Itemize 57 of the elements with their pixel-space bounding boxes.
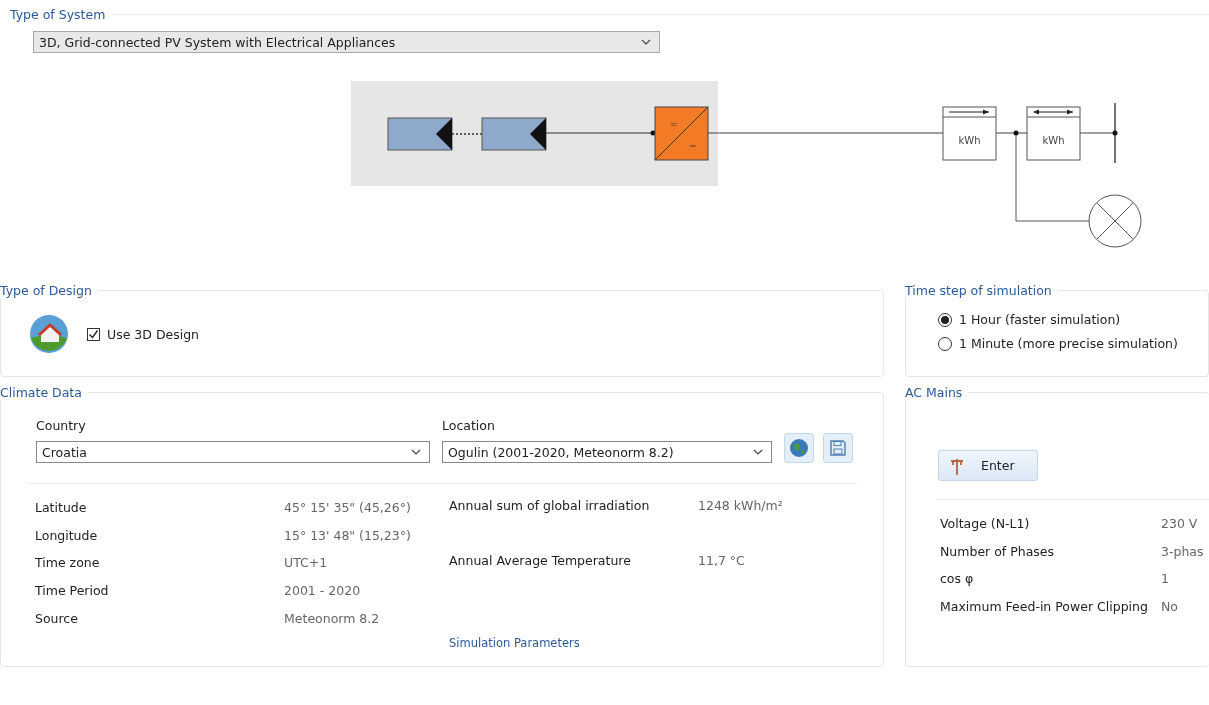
mains-value: 1 xyxy=(1161,570,1170,589)
stat-value: 11,7 °C xyxy=(698,552,746,570)
detail-value: 2001 - 2020 xyxy=(284,582,362,601)
detail-value: UTC+1 xyxy=(284,554,329,573)
meter-label: kWh xyxy=(1042,135,1065,146)
detail-value: 15° 13' 48" (15,23°) xyxy=(284,526,412,545)
mains-label: cos φ xyxy=(940,570,975,589)
system-type-dropdown[interactable]: 3D, Grid-connected PV System with Electrical Appliances xyxy=(33,31,660,53)
lamp-drawing xyxy=(1088,194,1142,248)
detail-label: Time Period xyxy=(35,582,110,601)
dc-symbol: = xyxy=(670,119,678,129)
group-title: Type of System xyxy=(10,7,106,22)
enter-button[interactable]: Enter xyxy=(938,450,1038,481)
detail-value: 45° 15' 35" (45,26°) xyxy=(284,499,412,518)
group-title: Type of Design xyxy=(0,283,93,298)
mains-value: 230 V xyxy=(1161,515,1199,534)
pv-module-drawing xyxy=(387,117,453,151)
stat-value: 1248 kWh/m² xyxy=(698,497,784,515)
grid-busbar xyxy=(1114,102,1116,164)
mains-value: No xyxy=(1161,598,1179,617)
field-label: Country xyxy=(36,418,87,433)
dashed-wire xyxy=(451,133,483,135)
caret-icon xyxy=(641,39,651,45)
group-title: Climate Data xyxy=(0,385,83,400)
group-title: Time step of simulation xyxy=(905,283,1053,298)
stat-label: Annual Average Temperature xyxy=(449,552,632,570)
meter-label: kWh xyxy=(958,135,981,146)
power-pole-icon xyxy=(949,456,965,475)
caret-icon xyxy=(411,449,421,455)
country-dropdown[interactable]: Croatia xyxy=(36,441,430,463)
stat-label: Annual sum of global irradiation xyxy=(449,497,651,515)
detail-value: Meteonorm 8.2 xyxy=(284,609,381,628)
simulation-parameters-link[interactable]: Simulation Parameters xyxy=(449,635,580,650)
house-globe-icon xyxy=(29,314,69,354)
mains-value: 3-phas xyxy=(1161,542,1205,561)
group-title: AC Mains xyxy=(905,385,964,400)
detail-label: Longitude xyxy=(35,526,99,545)
radio-label[interactable]: 1 Minute (more precise simulation) xyxy=(959,336,1178,351)
mains-label: Maximum Feed-in Power Clipping xyxy=(940,598,1149,617)
field-label: Location xyxy=(442,418,496,433)
caret-icon xyxy=(753,449,763,455)
use-3d-checkbox[interactable]: Use 3D Design xyxy=(87,326,200,342)
radio-label[interactable]: 1 Hour (faster simulation) xyxy=(959,312,1121,327)
detail-label: Time zone xyxy=(35,554,101,573)
detail-label: Source xyxy=(35,609,79,628)
junction-dot xyxy=(1112,130,1118,136)
location-dropdown[interactable]: Ogulin (2001-2020, Meteonorm 8.2) xyxy=(442,441,772,463)
mains-label: Number of Phases xyxy=(940,542,1056,561)
pv-module-drawing xyxy=(481,117,547,151)
globe-button[interactable] xyxy=(784,433,814,463)
junction-dot xyxy=(1013,130,1019,136)
check-icon xyxy=(88,328,99,340)
ac-symbol: ~ xyxy=(689,141,697,151)
mains-label: Voltage (N-L1) xyxy=(940,515,1031,534)
save-button[interactable] xyxy=(823,433,853,463)
globe-icon xyxy=(789,438,809,458)
detail-label: Latitude xyxy=(35,499,88,518)
